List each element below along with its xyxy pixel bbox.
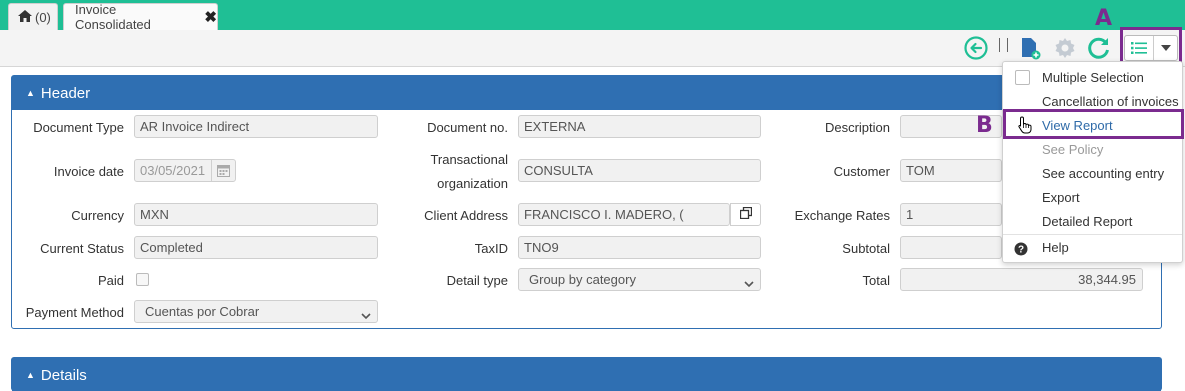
current-status-label: Current Status <box>40 241 124 256</box>
details-panel: ▲ Details <box>11 357 1162 391</box>
menu-item-see-accounting-entry[interactable]: See accounting entry <box>1042 166 1164 181</box>
toolbar-divider <box>1007 38 1008 52</box>
refresh-icon <box>1086 35 1112 64</box>
calendar-icon[interactable] <box>211 160 235 181</box>
header-panel-toggle[interactable]: ▲ Header <box>12 76 1161 110</box>
transactional-org-label-line2: organization <box>437 176 508 191</box>
invoice-date-label: Invoice date <box>53 164 124 179</box>
help-icon: ? <box>1014 242 1028 259</box>
transactional-org-label-line1: Transactional <box>430 152 508 167</box>
payment-method-value: Cuentas por Cobrar <box>145 304 260 319</box>
total-label: Total <box>862 273 890 288</box>
copy-address-button[interactable] <box>730 203 761 226</box>
menu-item-cancellation-of-invoices[interactable]: Cancellation of invoices <box>1042 94 1179 109</box>
highlight-box-a <box>1120 27 1182 65</box>
menu-divider <box>1003 234 1182 235</box>
currency-field[interactable]: MXN <box>134 203 378 226</box>
taxid-label: TaxID <box>474 241 508 256</box>
taxid-field[interactable]: TNO9 <box>518 236 761 259</box>
annotation-marker-b: B <box>976 113 993 138</box>
invoice-date-value: 03/05/2021 <box>140 163 206 178</box>
customer-field[interactable]: TOM <box>900 159 1002 182</box>
payment-method-select[interactable]: Cuentas por Cobrar <box>134 300 378 323</box>
home-icon <box>18 9 32 25</box>
transactional-org-field[interactable]: CONSULTA <box>518 159 761 182</box>
description-label: Description <box>824 120 890 135</box>
annotation-marker-a: A <box>1095 6 1113 31</box>
actions-dropdown-menu: Multiple Selection Cancellation of invoi… <box>1002 61 1183 263</box>
invoice-date-field[interactable]: 03/05/2021 <box>134 159 236 182</box>
caret-up-icon: ▲ <box>26 370 35 380</box>
multiple-selection-checkbox[interactable] <box>1015 70 1030 85</box>
new-document-icon <box>1018 36 1042 63</box>
exchange-rates-field[interactable]: 1 <box>900 203 1002 226</box>
client-address-label: Client Address <box>424 208 508 223</box>
tab-invoice-label: Invoice Consolidated <box>75 2 151 32</box>
close-icon[interactable]: ✖ <box>204 8 217 26</box>
paid-checkbox[interactable] <box>136 273 149 286</box>
details-panel-title: Details <box>40 366 87 384</box>
chevron-down-icon <box>361 308 371 322</box>
document-type-field[interactable]: AR Invoice Indirect <box>134 115 378 138</box>
menu-item-detailed-report[interactable]: Detailed Report <box>1042 214 1132 229</box>
exchange-rates-label: Exchange Rates <box>794 208 890 223</box>
tab-home[interactable]: (0) <box>8 3 58 30</box>
document-no-field[interactable]: EXTERNA <box>518 115 761 138</box>
paid-label: Paid <box>97 273 124 288</box>
menu-item-help[interactable]: Help <box>1042 240 1069 255</box>
document-no-label: Document no. <box>427 120 508 135</box>
tab-bar: (0) Invoice Consolidated ✖ <box>0 0 1185 32</box>
chevron-down-icon <box>744 276 754 290</box>
client-address-field[interactable]: FRANCISCO I. MADERO, ( <box>518 203 730 226</box>
subtotal-field[interactable] <box>900 236 1002 259</box>
refresh-button[interactable] <box>1086 36 1112 62</box>
caret-up-icon: ▲ <box>26 88 35 98</box>
hand-cursor-icon <box>1017 116 1033 137</box>
detail-type-value: Group by category <box>529 272 636 287</box>
payment-method-label: Payment Method <box>25 305 124 320</box>
menu-item-export[interactable]: Export <box>1042 190 1080 205</box>
gear-icon <box>1053 36 1077 63</box>
svg-text:?: ? <box>1018 245 1024 256</box>
home-tab-count: (0) <box>35 9 51 25</box>
arrow-left-circle-icon <box>964 35 988 63</box>
detail-type-label: Detail type <box>446 273 508 288</box>
menu-item-see-policy[interactable]: See Policy <box>1042 142 1103 157</box>
settings-button[interactable] <box>1052 36 1078 62</box>
details-panel-toggle[interactable]: ▲ Details <box>12 358 1161 391</box>
subtotal-label: Subtotal <box>842 241 890 256</box>
new-document-button[interactable] <box>1017 36 1043 62</box>
toolbar-divider <box>999 38 1000 52</box>
menu-item-multiple-selection[interactable]: Multiple Selection <box>1042 70 1144 85</box>
total-field[interactable]: 38,344.95 <box>900 268 1143 291</box>
document-type-label: Document Type <box>33 120 124 135</box>
detail-type-select[interactable]: Group by category <box>518 268 761 291</box>
header-panel-title: Header <box>40 84 91 102</box>
back-button[interactable] <box>963 35 989 63</box>
copy-icon <box>739 206 752 222</box>
customer-label: Customer <box>833 164 890 179</box>
currency-label: Currency <box>71 208 124 223</box>
tab-invoice-consolidated[interactable]: Invoice Consolidated ✖ <box>63 2 218 32</box>
current-status-field[interactable]: Completed <box>134 236 378 259</box>
